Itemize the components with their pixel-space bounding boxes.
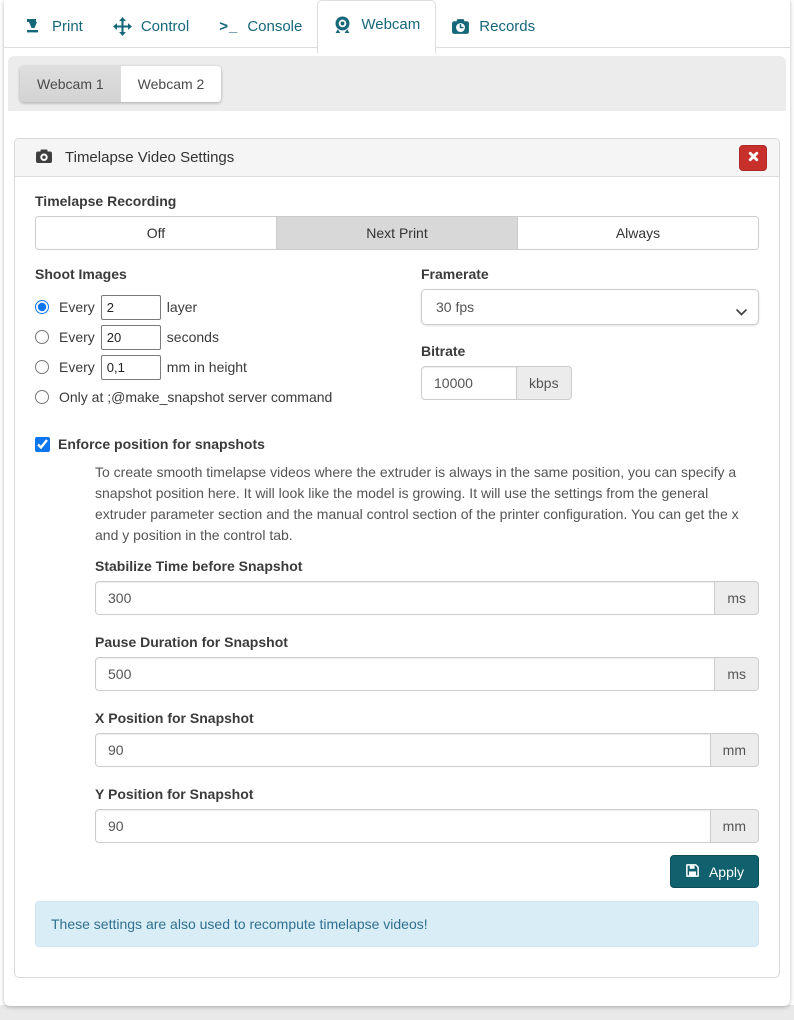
- enforce-position-checkbox[interactable]: [35, 437, 50, 452]
- seconds-input[interactable]: [101, 325, 161, 350]
- apply-label: Apply: [709, 864, 744, 880]
- enforce-description: To create smooth timelapse videos where …: [95, 462, 763, 546]
- tab-label: Print: [52, 18, 83, 35]
- tab-label: Records: [479, 18, 535, 35]
- card-body: Timelapse Recording Off Next Print Alway…: [15, 177, 779, 977]
- radio-suffix: seconds: [167, 329, 219, 345]
- radio-suffix: mm in height: [167, 359, 247, 375]
- page-background-band: [0, 1005, 794, 1020]
- pause-duration-label: Pause Duration for Snapshot: [95, 634, 759, 650]
- shoot-every-layer-row: Every layer: [35, 292, 395, 322]
- every-height-radio[interactable]: [35, 360, 49, 374]
- webcam-2-button[interactable]: Webcam 2: [121, 66, 222, 102]
- webcam-button-group: Webcam 1 Webcam 2: [20, 66, 221, 102]
- pause-duration-input[interactable]: [95, 657, 715, 691]
- stabilize-time-input[interactable]: [95, 581, 715, 615]
- x-position-unit: mm: [711, 733, 759, 767]
- y-position-unit: mm: [711, 809, 759, 843]
- server-command-radio[interactable]: [35, 390, 49, 404]
- recording-off-button[interactable]: Off: [36, 217, 276, 249]
- close-button[interactable]: [739, 145, 767, 171]
- x-position-label: X Position for Snapshot: [95, 710, 759, 726]
- y-position-group: mm: [95, 809, 759, 843]
- card-title: Timelapse Video Settings: [65, 149, 727, 166]
- close-icon: [747, 150, 760, 166]
- tab-console[interactable]: >_ Console: [204, 5, 317, 47]
- pause-duration-unit: ms: [715, 657, 759, 691]
- y-position-label: Y Position for Snapshot: [95, 786, 759, 802]
- enforce-position-label[interactable]: Enforce position for snapshots: [58, 436, 265, 452]
- framerate-label: Framerate: [421, 266, 759, 282]
- tab-records[interactable]: Records: [436, 5, 550, 47]
- tab-label: Console: [247, 18, 302, 35]
- radio-label: Only at ;@make_snapshot server command: [59, 389, 332, 405]
- timelapse-settings-card: Timelapse Video Settings Timelapse Recor…: [14, 138, 780, 978]
- bitrate-label: Bitrate: [421, 343, 759, 359]
- webcam-selector-strip: Webcam 1 Webcam 2: [8, 56, 786, 111]
- shoot-images-label: Shoot Images: [35, 266, 395, 282]
- stabilize-time-unit: ms: [715, 581, 759, 615]
- layer-count-input[interactable]: [101, 295, 161, 320]
- radio-suffix: layer: [167, 299, 197, 315]
- x-position-group: mm: [95, 733, 759, 767]
- shoot-every-height-row: Every mm in height: [35, 352, 395, 382]
- timelapse-recording-label: Timelapse Recording: [35, 193, 759, 209]
- bitrate-input[interactable]: [421, 366, 517, 400]
- enforce-position-row: Enforce position for snapshots: [35, 436, 759, 452]
- height-input[interactable]: [101, 355, 161, 380]
- shoot-every-seconds-row: Every seconds: [35, 322, 395, 352]
- shoot-on-command-row: Only at ;@make_snapshot server command: [35, 382, 395, 412]
- webcam-1-button[interactable]: Webcam 1: [20, 66, 121, 102]
- top-nav: Print Control >_ Console: [4, 0, 790, 48]
- info-alert: These settings are also used to recomput…: [35, 901, 759, 947]
- framerate-select[interactable]: 30 fps: [421, 289, 759, 325]
- camera-icon: [35, 147, 53, 168]
- save-icon: [685, 863, 700, 881]
- tab-label: Control: [141, 18, 189, 35]
- y-position-input[interactable]: [95, 809, 711, 843]
- radio-prefix: Every: [59, 299, 95, 315]
- radio-prefix: Every: [59, 329, 95, 345]
- terminal-icon: >_: [219, 18, 238, 35]
- recording-mode-group: Off Next Print Always: [35, 216, 759, 250]
- apply-button[interactable]: Apply: [670, 855, 759, 888]
- bitrate-unit: kbps: [517, 366, 572, 400]
- webcam-icon: [333, 15, 352, 34]
- move-icon: [113, 17, 132, 36]
- main-panel: Print Control >_ Console: [4, 0, 790, 1006]
- stabilize-time-label: Stabilize Time before Snapshot: [95, 558, 759, 574]
- pause-duration-group: ms: [95, 657, 759, 691]
- tab-webcam[interactable]: Webcam: [317, 0, 436, 53]
- tab-control[interactable]: Control: [98, 5, 204, 47]
- recording-always-button[interactable]: Always: [517, 217, 758, 249]
- every-seconds-radio[interactable]: [35, 330, 49, 344]
- card-header: Timelapse Video Settings: [15, 139, 779, 177]
- recording-next-print-button[interactable]: Next Print: [276, 217, 517, 249]
- stabilize-time-group: ms: [95, 581, 759, 615]
- tab-label: Webcam: [361, 16, 420, 33]
- printer-icon: [25, 17, 43, 35]
- camera-clock-icon: [451, 17, 470, 36]
- radio-prefix: Every: [59, 359, 95, 375]
- every-layer-radio[interactable]: [35, 300, 49, 314]
- tab-print[interactable]: Print: [10, 5, 98, 47]
- bitrate-group: kbps: [421, 366, 571, 400]
- x-position-input[interactable]: [95, 733, 711, 767]
